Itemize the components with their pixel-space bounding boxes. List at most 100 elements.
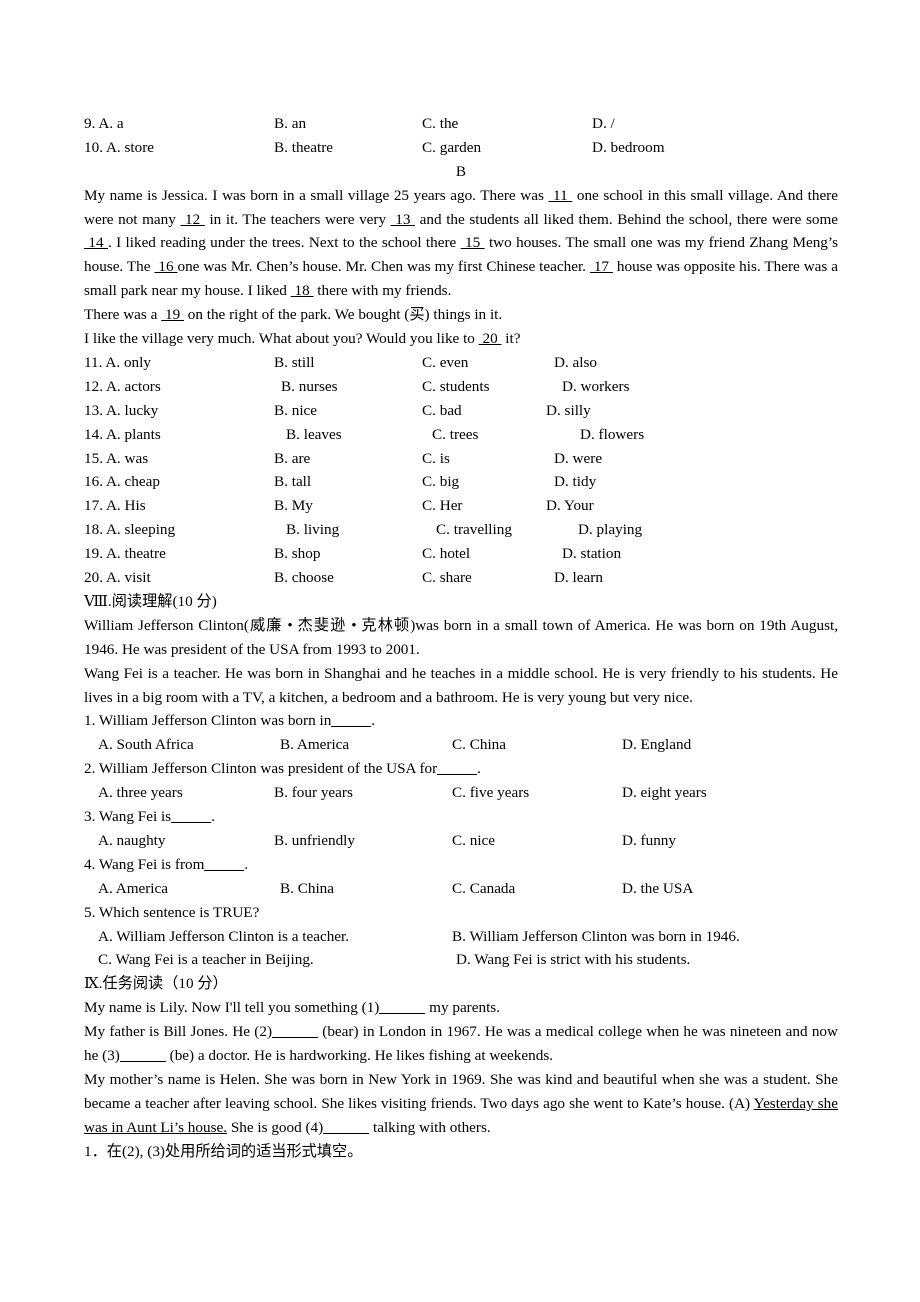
cloze-b-item-option[interactable]: C. bad: [422, 399, 462, 423]
cloze-b-item-option[interactable]: D. flowers: [580, 423, 644, 447]
question-option[interactable]: C. Canada: [452, 877, 515, 901]
cloze-b-passage: My name is Jessica. I was born in a smal…: [84, 184, 838, 351]
cloze-b-item-option[interactable]: D. workers: [562, 375, 629, 399]
cloze-b-item-option[interactable]: D. were: [554, 447, 602, 471]
cloze-a-item-option[interactable]: B. theatre: [274, 136, 333, 160]
cloze-b-item-option[interactable]: C. is: [422, 447, 450, 471]
cloze-b-item-option[interactable]: C. trees: [432, 423, 478, 447]
question-option[interactable]: D. funny: [622, 829, 676, 853]
answer-blank[interactable]: [119, 1061, 166, 1063]
cloze-b-item-option[interactable]: B. choose: [274, 566, 334, 590]
cloze-b-item-row: 14. A. plants B. leaves C. trees D. flowers: [84, 423, 838, 447]
cloze-b-item-option[interactable]: D. tidy: [554, 470, 596, 494]
cloze-b-item-option[interactable]: C. hotel: [422, 542, 470, 566]
cloze-b-item-option[interactable]: D. station: [562, 542, 621, 566]
cloze-b-item-option[interactable]: B. leaves: [286, 423, 342, 447]
cloze-a-item-option[interactable]: C. the: [422, 112, 458, 136]
question-option[interactable]: A. William Jefferson Clinton is a teache…: [98, 925, 349, 949]
numbered-blank[interactable]: 15: [461, 234, 485, 251]
question-option[interactable]: D. Wang Fei is strict with his students.: [456, 948, 690, 972]
question-options-row: A. three years B. four years C. five years…: [84, 781, 838, 805]
question-option[interactable]: B. four years: [274, 781, 353, 805]
cloze-b-item-option[interactable]: C. big: [422, 470, 459, 494]
question-option[interactable]: A. naughty: [98, 829, 166, 853]
section-vii-heading: Ⅷ.阅读理解(10 分): [84, 592, 217, 610]
cloze-a-item-option[interactable]: D. /: [592, 112, 615, 136]
cloze-b-item-option[interactable]: B. shop: [274, 542, 320, 566]
answer-blank[interactable]: [379, 1013, 426, 1015]
numbered-blank[interactable]: 18: [291, 282, 314, 299]
question-stem: 1. William Jefferson Clinton was born in…: [84, 712, 376, 730]
cloze-b-item-option[interactable]: D. silly: [546, 399, 591, 423]
cloze-b-item-option[interactable]: B. are: [274, 447, 310, 471]
worksheet-content: 9. A. a B. an C. the D. / 10. A. store B. the…: [84, 112, 838, 1164]
cloze-b-item-option[interactable]: D. Your: [546, 494, 594, 518]
cloze-b-item-option[interactable]: 20. A. visit: [84, 566, 151, 590]
cloze-b-item-option[interactable]: 16. A. cheap: [84, 470, 160, 494]
answer-blank[interactable]: [323, 1132, 370, 1134]
numbered-blank[interactable]: 13: [391, 211, 415, 228]
question-option[interactable]: D. England: [622, 733, 691, 757]
cloze-b-options-block: 11. A. only B. still C. even D. also 12. A. …: [84, 351, 838, 590]
cloze-b-item-option[interactable]: D. playing: [578, 518, 642, 542]
answer-blank[interactable]: [437, 774, 478, 776]
part-b-marker: B: [455, 162, 467, 180]
cloze-b-item-option[interactable]: B. nurses: [281, 375, 338, 399]
question-option[interactable]: C. China: [452, 733, 506, 757]
cloze-b-item-option[interactable]: 12. A. actors: [84, 375, 161, 399]
cloze-b-item-row: 15. A. was B. are C. is D. were: [84, 447, 838, 471]
question-option[interactable]: B. unfriendly: [274, 829, 355, 853]
cloze-b-item-option[interactable]: B. My: [274, 494, 313, 518]
cloze-a-item-option[interactable]: 9. A. a: [84, 112, 124, 136]
cloze-a-item-option[interactable]: 10. A. store: [84, 136, 154, 160]
cloze-b-item-option[interactable]: C. travelling: [436, 518, 512, 542]
cloze-b-item-option[interactable]: D. learn: [554, 566, 603, 590]
numbered-blank[interactable]: 11: [548, 187, 572, 204]
cloze-a-item-option[interactable]: D. bedroom: [592, 136, 665, 160]
question-option[interactable]: C. five years: [452, 781, 529, 805]
numbered-blank[interactable]: 17: [590, 258, 613, 275]
cloze-b-item-option[interactable]: 17. A. His: [84, 494, 146, 518]
cloze-b-item-option[interactable]: 14. A. plants: [84, 423, 161, 447]
question-option[interactable]: A. South Africa: [98, 733, 194, 757]
cloze-b-item-option[interactable]: 11. A. only: [84, 351, 151, 375]
answer-blank[interactable]: [171, 822, 212, 824]
answer-blank[interactable]: [331, 726, 372, 728]
question-option[interactable]: B. China: [280, 877, 334, 901]
question-option[interactable]: B. William Jefferson Clinton was born in…: [452, 925, 740, 949]
question-option[interactable]: C. Wang Fei is a teacher in Beijing.: [98, 948, 314, 972]
question-option[interactable]: B. America: [280, 733, 349, 757]
answer-blank[interactable]: [204, 869, 245, 871]
question-option[interactable]: C. nice: [452, 829, 495, 853]
numbered-blank[interactable]: 19: [161, 306, 184, 323]
cloze-b-item-option[interactable]: 13. A. lucky: [84, 399, 158, 423]
cloze-b-item-option[interactable]: B. nice: [274, 399, 317, 423]
cloze-b-item-option[interactable]: C. students: [422, 375, 490, 399]
question-option[interactable]: A. America: [98, 877, 168, 901]
cloze-b-item-option[interactable]: B. tall: [274, 470, 311, 494]
cloze-b-item-option[interactable]: C. Her: [422, 494, 463, 518]
question-option[interactable]: A. three years: [98, 781, 183, 805]
question-option[interactable]: D. eight years: [622, 781, 707, 805]
cloze-b-item-option[interactable]: B. still: [274, 351, 315, 375]
cloze-b-item-option[interactable]: 18. A. sleeping: [84, 518, 175, 542]
cloze-b-item-row: 13. A. lucky B. nice C. bad D. silly: [84, 399, 838, 423]
cloze-b-item-row: 20. A. visit B. choose C. share D. learn: [84, 566, 838, 590]
numbered-blank[interactable]: 14: [84, 234, 108, 251]
question-option[interactable]: D. the USA: [622, 877, 693, 901]
cloze-b-item-option[interactable]: 15. A. was: [84, 447, 148, 471]
cloze-b-item-option[interactable]: B. living: [286, 518, 339, 542]
cloze-b-item-option[interactable]: D. also: [554, 351, 597, 375]
question-options-row: C. Wang Fei is a teacher in Beijing. D. W…: [84, 948, 838, 972]
numbered-blank[interactable]: 12: [180, 211, 204, 228]
cloze-a-item-option[interactable]: C. garden: [422, 136, 481, 160]
cloze-b-item-option[interactable]: 19. A. theatre: [84, 542, 166, 566]
numbered-blank[interactable]: 16: [154, 258, 177, 275]
cloze-b-item-option[interactable]: C. even: [422, 351, 468, 375]
cloze-b-item-option[interactable]: C. share: [422, 566, 472, 590]
numbered-blank[interactable]: 20: [479, 330, 502, 347]
cloze-a-item-option[interactable]: B. an: [274, 112, 306, 136]
answer-blank[interactable]: [272, 1037, 319, 1039]
question-stem: 3. Wang Fei is.: [84, 808, 215, 826]
cloze-b-paragraph: I like the village very much. What about…: [84, 330, 521, 348]
